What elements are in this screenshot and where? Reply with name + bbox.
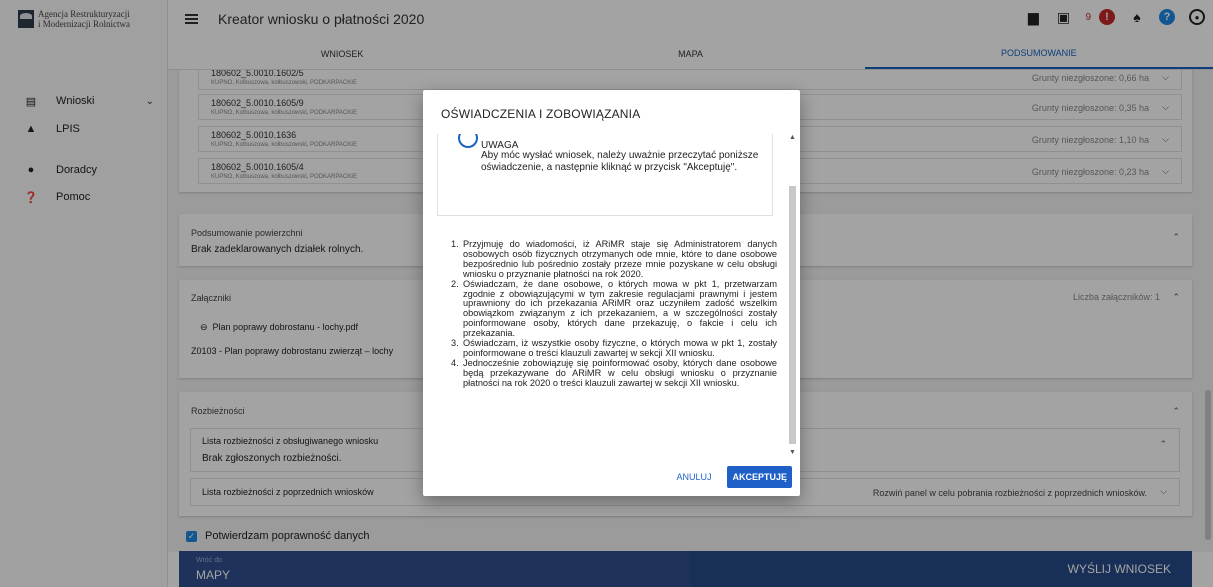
term-item: 3. Oświadczam, iż wszystkie osoby fizyczn… xyxy=(451,338,777,358)
cancel-button[interactable]: ANULUJ xyxy=(676,472,711,482)
term-item: 1. Przyjmuję do wiadomości, iż ARiMR staj… xyxy=(451,239,777,279)
terms-list: 1. Przyjmuję do wiadomości, iż ARiMR staj… xyxy=(451,239,777,389)
scroll-up-icon[interactable]: ▲ xyxy=(789,134,796,141)
dialog-actions: ANULUJ AKCEPTUJĘ xyxy=(676,466,792,488)
scrollbar-thumb[interactable] xyxy=(789,186,796,444)
dialog-scroll-area[interactable]: UWAGA Aby móc wysłać wniosek, należy uwa… xyxy=(423,134,800,456)
dialog-scrollbar[interactable]: ▲ ▼ xyxy=(789,134,796,456)
declarations-dialog: OŚWIADCZENIA I ZOBOWIĄZANIA UWAGA Aby mó… xyxy=(423,90,800,496)
accept-button[interactable]: AKCEPTUJĘ xyxy=(727,466,792,488)
term-item: 2. Oświadczam, że dane osobowe, o których… xyxy=(451,278,777,339)
info-icon xyxy=(458,134,478,148)
term-item: 4. Jednocześnie zobowiązuję się poinformo… xyxy=(451,357,777,388)
dialog-title: OŚWIADCZENIA I ZOBOWIĄZANIA xyxy=(441,107,641,121)
warning-text: Aby móc wysłać wniosek, należy uważnie p… xyxy=(481,150,759,173)
scroll-down-icon[interactable]: ▼ xyxy=(789,449,796,456)
warning-box: UWAGA Aby móc wysłać wniosek, należy uwa… xyxy=(437,134,773,216)
